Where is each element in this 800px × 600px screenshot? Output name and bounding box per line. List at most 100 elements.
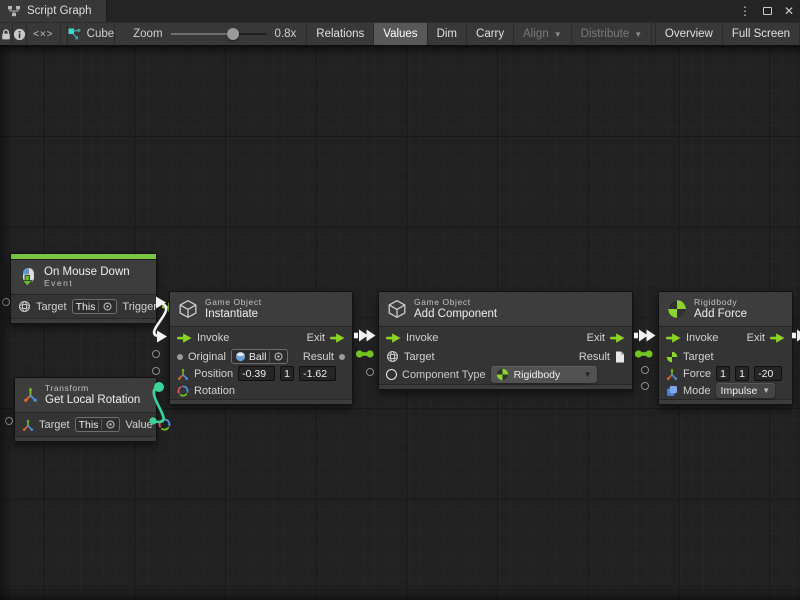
gameobject-cube-icon xyxy=(178,299,198,319)
node-get-local-rotation[interactable]: Transform Get Local Rotation Target This… xyxy=(14,377,157,442)
node-category: Transform xyxy=(45,383,140,393)
target-this-chip[interactable]: This xyxy=(75,417,121,432)
inspect-button[interactable] xyxy=(13,23,27,45)
script-graph-icon xyxy=(7,4,21,18)
rigidbody-icon xyxy=(496,368,509,381)
menu-kebab-icon[interactable]: ⋮ xyxy=(739,5,751,17)
invoke-port[interactable] xyxy=(666,333,681,343)
force-y-input[interactable]: 1 xyxy=(735,366,749,381)
flow-link-instantiate-addcomponent xyxy=(354,330,376,342)
port-addforce-mode[interactable] xyxy=(641,382,649,390)
tab-script-graph[interactable]: Script Graph xyxy=(0,0,107,22)
node-add-component[interactable]: Game Object Add Component Invoke Exit Ta… xyxy=(378,291,633,390)
gameobject-icon xyxy=(386,350,399,363)
lock-button[interactable] xyxy=(0,23,13,45)
port-instantiate-rotation-connected[interactable] xyxy=(154,382,164,392)
node-instantiate[interactable]: Game Object Instantiate Invoke Exit Orig… xyxy=(169,291,353,405)
port-addcomponent-type[interactable] xyxy=(366,368,374,376)
graph-canvas[interactable]: On Mouse Down Event Target This Trigger xyxy=(0,45,800,600)
port-row: Mode Impulse ▼ xyxy=(659,382,792,399)
overview-button[interactable]: Overview xyxy=(655,23,723,45)
position-x-input[interactable]: -0.39 xyxy=(238,366,275,381)
port-onmousedown-target[interactable] xyxy=(2,298,10,306)
target-this-chip[interactable]: This xyxy=(72,299,118,314)
zoom-value: 0.8x xyxy=(275,28,297,40)
port-row: Force 1 1 -20 xyxy=(659,365,792,382)
node-add-force[interactable]: Rigidbody Add Force Invoke Exit Target xyxy=(658,291,793,405)
node-subtitle: Event xyxy=(44,278,130,288)
flow-link-addcomponent-addforce xyxy=(634,330,656,342)
carry-button[interactable]: Carry xyxy=(467,23,514,45)
node-header: Transform Get Local Rotation xyxy=(15,378,156,413)
port-row: Target This Trigger xyxy=(11,295,156,318)
script-graph-window: Script Graph ⋮ ✕ <×> Cube Zoom xyxy=(0,0,800,600)
rigidbody-icon xyxy=(667,299,687,319)
position-y-input[interactable]: 1 xyxy=(280,366,294,381)
exit-port[interactable] xyxy=(330,333,345,343)
port-row: Target xyxy=(659,348,792,365)
node-footer xyxy=(170,399,352,404)
port-row: Target This Value xyxy=(15,413,156,436)
exit-port[interactable] xyxy=(610,333,625,343)
distribute-button[interactable]: Distribute ▼ xyxy=(572,23,653,45)
mode-label: Mode xyxy=(683,385,711,397)
graph-breadcrumb[interactable]: Cube xyxy=(67,23,116,45)
full-screen-button[interactable]: Full Screen xyxy=(723,23,800,45)
force-x-input[interactable]: 1 xyxy=(716,366,730,381)
values-button[interactable]: Values xyxy=(374,23,427,45)
node-category: Game Object xyxy=(205,297,262,307)
node-title: Instantiate xyxy=(205,308,262,320)
mouse-icon xyxy=(19,267,37,287)
component-type-dropdown[interactable]: Rigidbody ▼ xyxy=(491,366,597,383)
result-label: Result xyxy=(579,351,610,363)
exit-label: Exit xyxy=(587,332,605,344)
component-type-port[interactable] xyxy=(386,369,397,380)
result-doc-port[interactable] xyxy=(615,351,625,363)
target-label: Target xyxy=(39,419,70,431)
port-addforce-force[interactable] xyxy=(641,366,649,374)
port-instantiate-original[interactable] xyxy=(152,350,160,358)
zoom-slider-handle[interactable] xyxy=(227,28,239,40)
edit-code-button[interactable]: <×> xyxy=(27,23,61,45)
invoke-port[interactable] xyxy=(386,333,401,343)
node-header: Rigidbody Add Force xyxy=(659,292,792,327)
port-row: Position -0.39 1 -1.62 xyxy=(170,365,352,382)
original-label: Original xyxy=(188,351,226,363)
result-label: Result xyxy=(303,351,334,363)
mode-dropdown[interactable]: Impulse ▼ xyxy=(716,383,776,398)
rigidbody-icon xyxy=(666,351,678,363)
result-port[interactable] xyxy=(339,354,345,360)
original-ball-chip[interactable]: Ball xyxy=(231,349,289,364)
dim-button[interactable]: Dim xyxy=(428,23,467,45)
port-getrotation-target[interactable] xyxy=(5,417,13,425)
graph-name: Cube xyxy=(87,28,115,40)
exit-label: Exit xyxy=(307,332,325,344)
zoom-slider[interactable] xyxy=(171,33,267,35)
object-picker-icon[interactable] xyxy=(269,351,284,362)
position-z-input[interactable]: -1.62 xyxy=(299,366,336,381)
gameobject-cube-icon xyxy=(387,299,407,319)
rotation-value-port[interactable] xyxy=(158,418,171,431)
node-title: Add Component xyxy=(414,308,497,320)
object-picker-icon[interactable] xyxy=(98,301,113,312)
chevron-down-icon: ▼ xyxy=(554,30,562,39)
close-icon[interactable]: ✕ xyxy=(784,5,794,17)
node-on-mouse-down[interactable]: On Mouse Down Event Target This Trigger xyxy=(10,253,157,324)
port-instantiate-position[interactable] xyxy=(152,367,160,375)
force-z-input[interactable]: -20 xyxy=(754,366,782,381)
align-button[interactable]: Align ▼ xyxy=(514,23,572,45)
position-axes-icon xyxy=(177,368,189,380)
original-port[interactable] xyxy=(177,354,183,360)
value-link-result-target xyxy=(356,350,374,357)
component-type-label: Component Type xyxy=(402,369,486,381)
node-title: Get Local Rotation xyxy=(45,394,140,406)
invoke-port[interactable] xyxy=(177,333,192,343)
maximize-icon[interactable] xyxy=(763,7,772,15)
node-category: Game Object xyxy=(414,297,497,307)
code-icon: <×> xyxy=(33,29,54,40)
object-picker-icon[interactable] xyxy=(101,419,116,430)
relations-button[interactable]: Relations xyxy=(306,23,374,45)
exit-port[interactable] xyxy=(770,333,785,343)
port-row: Original Ball Result xyxy=(170,348,352,365)
window-controls: ⋮ ✕ xyxy=(739,0,794,22)
